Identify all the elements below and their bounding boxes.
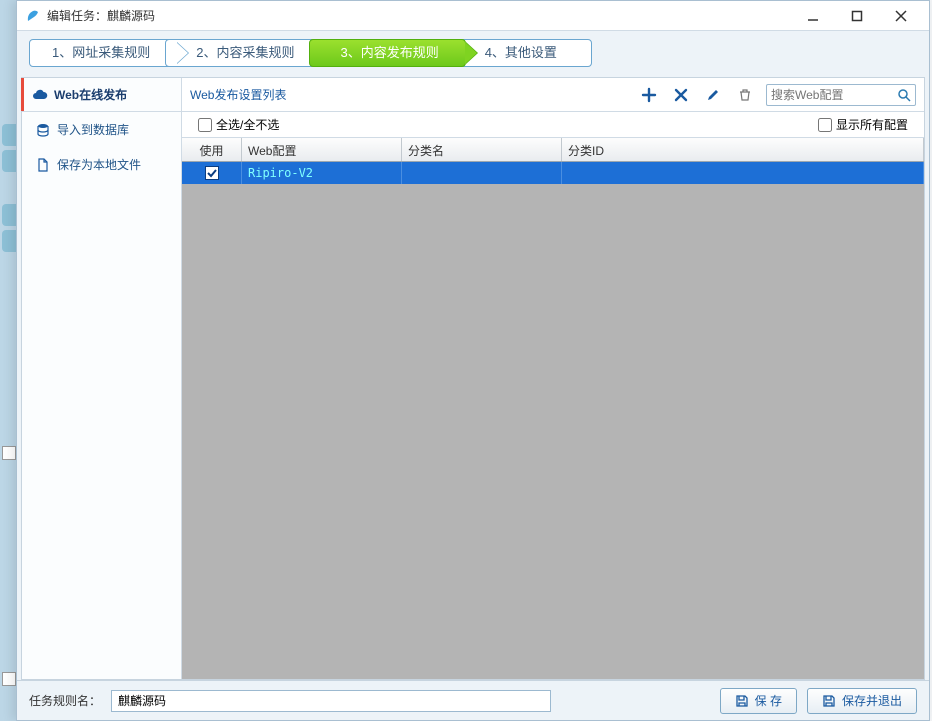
cell-category-id <box>562 162 924 184</box>
search-box[interactable] <box>766 84 916 106</box>
plus-icon <box>641 87 657 103</box>
save-icon <box>822 694 836 708</box>
edit-button[interactable] <box>702 84 724 106</box>
remove-button[interactable] <box>670 84 692 106</box>
file-icon <box>36 158 50 172</box>
sidebar-item-save-local[interactable]: 保存为本地文件 <box>22 147 181 182</box>
content-panel: Web发布设置列表 <box>182 78 924 679</box>
delete-button[interactable] <box>734 84 756 106</box>
save-exit-button-label: 保存并退出 <box>842 692 902 709</box>
sidebar-item-label: 保存为本地文件 <box>57 156 141 173</box>
config-table: 使用 Web配置 分类名 分类ID Ripiro-V2 <box>182 138 924 679</box>
show-all-input[interactable] <box>818 118 832 132</box>
database-icon <box>36 123 50 137</box>
task-name-input[interactable] <box>111 690 551 712</box>
col-header-category[interactable]: 分类名 <box>402 138 562 161</box>
step-tab-url-rules[interactable]: 1、网址采集规则 <box>29 39 177 67</box>
main-area: Web在线发布 导入到数据库 保存为本地文件 Web发布设置列表 <box>21 77 925 680</box>
sidebar-item-label: 导入到数据库 <box>57 121 129 138</box>
select-all-checkbox[interactable]: 全选/全不选 <box>198 116 279 133</box>
close-button[interactable] <box>879 2 923 30</box>
maximize-button[interactable] <box>835 2 879 30</box>
save-button-label: 保 存 <box>755 692 782 709</box>
step-tab-publish-rules[interactable]: 3、内容发布规则 <box>309 39 465 67</box>
sidebar: Web在线发布 导入到数据库 保存为本地文件 <box>22 78 182 679</box>
edit-task-window: 编辑任务：麒麟源码 1、网址采集规则 2、内容采集规则 3、内容发布规则 4、其… <box>16 0 930 721</box>
check-icon <box>207 168 217 178</box>
search-input[interactable] <box>771 88 893 102</box>
table-header: 使用 Web配置 分类名 分类ID <box>182 138 924 162</box>
show-all-checkbox[interactable]: 显示所有配置 <box>818 116 908 133</box>
row-checkbox[interactable] <box>205 166 219 180</box>
search-icon <box>897 88 911 102</box>
list-title: Web发布设置列表 <box>190 86 286 103</box>
select-all-input[interactable] <box>198 118 212 132</box>
show-all-label: 显示所有配置 <box>836 116 908 133</box>
titlebar: 编辑任务：麒麟源码 <box>17 1 929 31</box>
task-name-label: 任务规则名： <box>29 692 101 709</box>
content-toolbar: Web发布设置列表 <box>182 78 924 112</box>
x-icon <box>674 88 688 102</box>
pencil-icon <box>706 88 720 102</box>
sidebar-heading-label: Web在线发布 <box>54 86 127 103</box>
step-tabs: 1、网址采集规则 2、内容采集规则 3、内容发布规则 4、其他设置 <box>17 31 929 77</box>
cell-config: Ripiro-V2 <box>242 162 402 184</box>
sidebar-heading-web-publish[interactable]: Web在线发布 <box>22 78 181 112</box>
add-button[interactable] <box>638 84 660 106</box>
cell-use[interactable] <box>182 162 242 184</box>
col-header-category-id[interactable]: 分类ID <box>562 138 924 161</box>
trash-icon <box>738 88 752 102</box>
table-row[interactable]: Ripiro-V2 <box>182 162 924 184</box>
filter-row: 全选/全不选 显示所有配置 <box>182 112 924 138</box>
window-title: 编辑任务：麒麟源码 <box>47 7 155 24</box>
cloud-icon <box>32 87 48 103</box>
save-icon <box>735 694 749 708</box>
step-tab-content-rules[interactable]: 2、内容采集规则 <box>165 39 321 67</box>
app-icon <box>25 8 41 24</box>
select-all-label: 全选/全不选 <box>216 116 279 133</box>
sidebar-item-import-db[interactable]: 导入到数据库 <box>22 112 181 147</box>
save-button[interactable]: 保 存 <box>720 688 797 714</box>
cell-category <box>402 162 562 184</box>
minimize-button[interactable] <box>791 2 835 30</box>
col-header-config[interactable]: Web配置 <box>242 138 402 161</box>
save-exit-button[interactable]: 保存并退出 <box>807 688 917 714</box>
footer: 任务规则名： 保 存 保存并退出 <box>17 680 929 720</box>
col-header-use[interactable]: 使用 <box>182 138 242 161</box>
